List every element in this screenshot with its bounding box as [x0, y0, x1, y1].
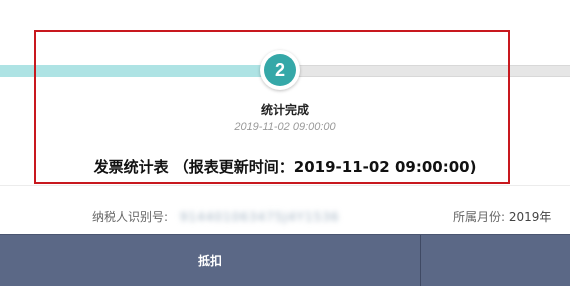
- taxpayer-field: 纳税人识别号: 914401063475J4Y1536: [92, 208, 340, 225]
- step-time: 2019-11-02 09:00:00: [234, 121, 336, 133]
- month-label: 所属月份:: [453, 210, 506, 224]
- table-header: 抵扣: [0, 234, 570, 286]
- report-title: 发票统计表 （报表更新时间：2019-11-02 09:00:00): [93, 158, 477, 176]
- step-number: 2: [264, 54, 296, 86]
- taxpayer-value: 914401063475J4Y1536: [179, 210, 340, 224]
- progress-fill: [0, 65, 280, 77]
- step-indicator: 2: [260, 50, 300, 90]
- month-field: 所属月份: 2019年: [453, 208, 551, 225]
- progress-remaining: [279, 65, 570, 77]
- column-header-deduct[interactable]: 抵扣: [0, 235, 420, 286]
- month-value: 2019年: [508, 210, 552, 224]
- step-title: 统计完成: [260, 103, 309, 117]
- divider: [0, 185, 570, 186]
- taxpayer-label: 纳税人识别号:: [92, 210, 169, 224]
- column-header-next[interactable]: [421, 235, 570, 286]
